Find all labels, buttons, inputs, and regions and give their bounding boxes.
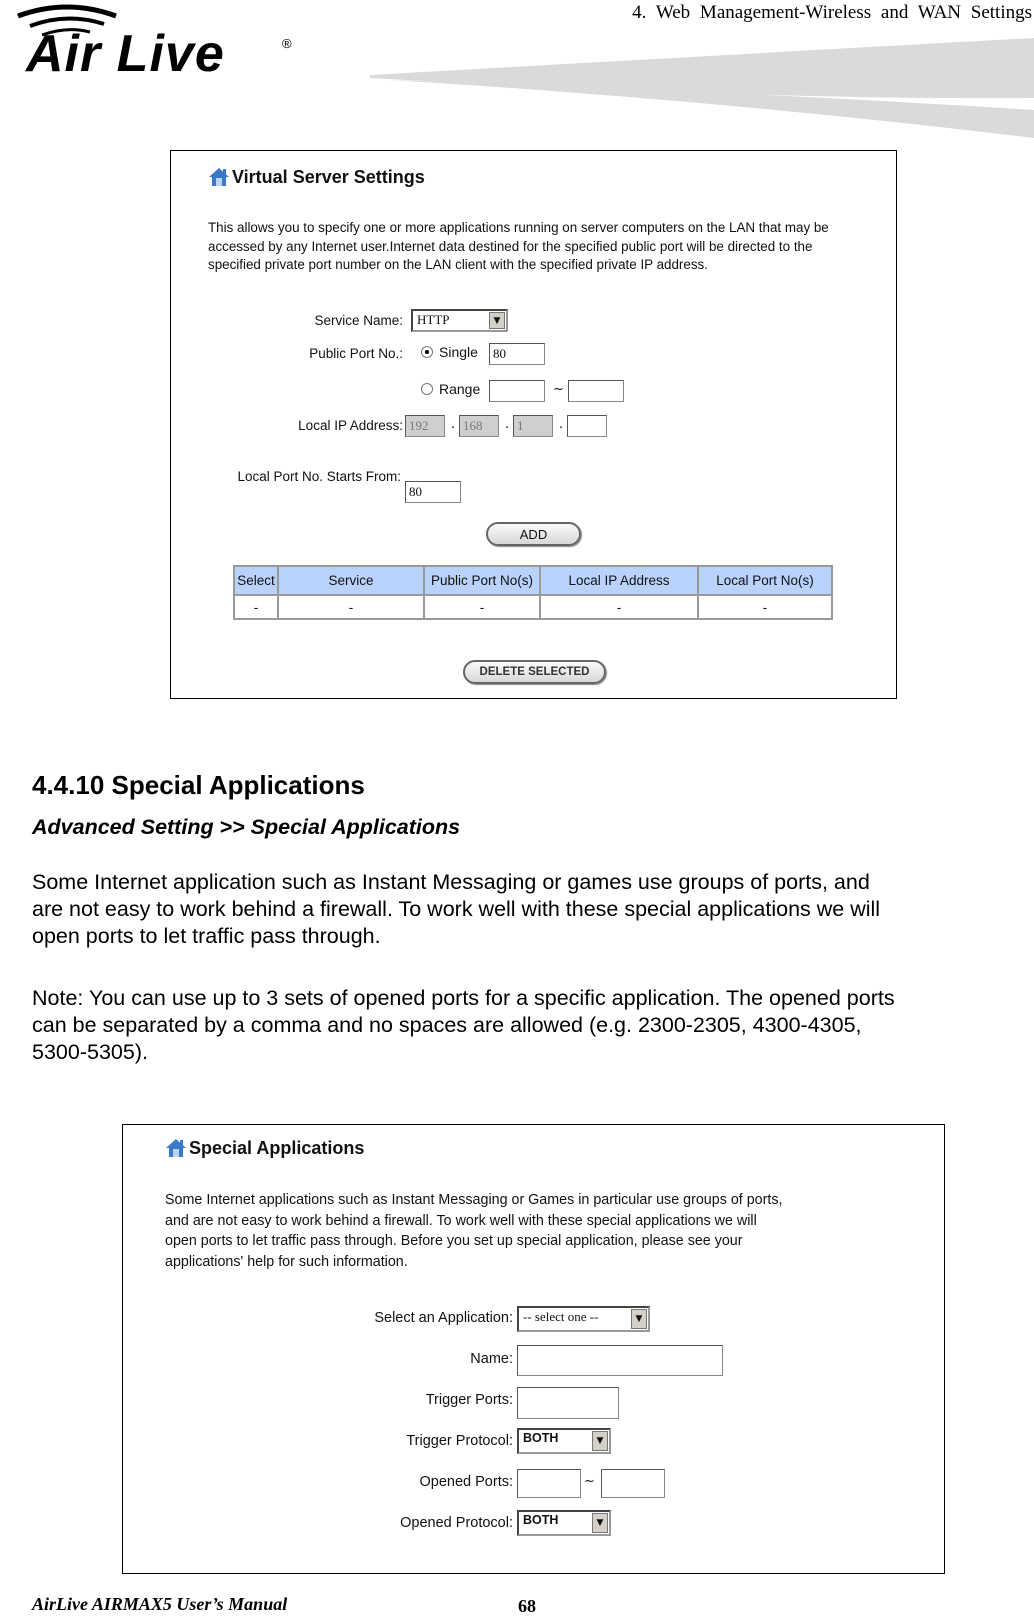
intro-paragraph: Some Internet application such as Instan… xyxy=(32,869,1034,950)
table-cell: - xyxy=(539,594,699,620)
section-heading: 4.4.10 Special Applications xyxy=(32,770,365,800)
service-name-select[interactable]: HTTP ▼ xyxy=(411,309,508,332)
table-cell: - xyxy=(277,594,425,620)
opened-protocol-label: Opened Protocol: xyxy=(400,1515,513,1531)
virtual-server-table: Select Service Public Port No(s) Local I… xyxy=(233,565,833,620)
table-cell: - xyxy=(423,594,541,620)
ip-separator: . xyxy=(559,417,564,432)
description-line: Some Internet applications such as Insta… xyxy=(165,1192,783,1208)
registered-mark: ® xyxy=(282,36,292,51)
dropdown-arrow-icon[interactable]: ▼ xyxy=(631,1309,647,1329)
special-applications-title: Special Applications xyxy=(165,1137,364,1159)
paragraph-line: Some Internet application such as Instan… xyxy=(32,870,870,894)
ip-octet-4-input[interactable] xyxy=(567,415,607,437)
public-port-label: Public Port No.: xyxy=(309,346,403,361)
breadcrumb: Advanced Setting >> Special Applications xyxy=(32,815,461,839)
select-application-value: -- select one -- xyxy=(523,1309,599,1324)
table-cell: - xyxy=(233,594,279,620)
trigger-protocol-value: BOTH xyxy=(523,1431,559,1445)
home-icon xyxy=(166,1139,186,1157)
special-applications-title-text: Special Applications xyxy=(189,1137,365,1158)
dropdown-arrow-icon[interactable]: ▼ xyxy=(592,1513,608,1533)
name-input[interactable] xyxy=(517,1345,723,1376)
opened-ports-from-input[interactable] xyxy=(517,1469,581,1498)
column-header-select: Select xyxy=(233,565,279,596)
ip-separator: . xyxy=(451,417,456,432)
paragraph-line: open ports to let traffic pass through. xyxy=(32,924,381,948)
range-radio[interactable] xyxy=(421,383,433,395)
footer-manual-title: AirLive AIRMAX5 User’s Manual xyxy=(32,1594,288,1614)
table-cell: - xyxy=(697,594,833,620)
airlive-logo: Air Live ® xyxy=(12,2,302,83)
local-port-input[interactable]: 80 xyxy=(405,481,461,503)
trigger-ports-label: Trigger Ports: xyxy=(425,1392,513,1408)
paragraph-line: Note: You can use up to 3 sets of opened… xyxy=(32,986,895,1010)
range-to-input[interactable] xyxy=(568,380,624,402)
header-swoosh-decoration xyxy=(370,38,1034,138)
paragraph-line: are not easy to work behind a firewall. … xyxy=(32,897,881,921)
ip-octet-2-input[interactable]: 168 xyxy=(459,415,499,437)
special-applications-description: Some Internet applications such as Insta… xyxy=(165,1190,935,1272)
column-header-local-port: Local Port No(s) xyxy=(697,565,833,596)
opened-protocol-value: BOTH xyxy=(523,1513,559,1527)
paragraph-line: 5300-5305). xyxy=(32,1040,148,1064)
special-applications-screenshot: Special Applications Some Internet appli… xyxy=(122,1124,945,1574)
ip-octet-1-input[interactable]: 192 xyxy=(405,415,445,437)
description-line: and are not easy to work behind a firewa… xyxy=(165,1212,757,1229)
opened-ports-label: Opened Ports: xyxy=(419,1474,514,1490)
trigger-ports-input[interactable] xyxy=(517,1387,619,1419)
single-port-input[interactable]: 80 xyxy=(489,343,545,365)
virtual-server-description: This allows you to specify one or more a… xyxy=(208,220,829,272)
virtual-server-title-text: Virtual Server Settings xyxy=(232,166,425,187)
opened-ports-to-input[interactable] xyxy=(601,1469,665,1498)
add-button[interactable]: ADD xyxy=(486,522,581,546)
virtual-server-screenshot: Virtual Server Settings This allows you … xyxy=(170,150,897,699)
paragraph-line: can be separated by a comma and no space… xyxy=(32,1013,862,1037)
virtual-server-title: Virtual Server Settings xyxy=(208,166,425,188)
description-line: applications' help for such information. xyxy=(165,1253,408,1270)
opened-protocol-select[interactable]: BOTH ▼ xyxy=(517,1510,611,1536)
chapter-title: 4. Web Management-Wireless and WAN Setti… xyxy=(632,2,1032,23)
column-header-local-ip: Local IP Address xyxy=(539,565,699,596)
trigger-protocol-label: Trigger Protocol: xyxy=(406,1433,513,1449)
service-name-value: HTTP xyxy=(417,312,450,327)
range-separator: ~ xyxy=(553,382,564,397)
dropdown-arrow-icon[interactable]: ▼ xyxy=(489,312,505,329)
select-application-dropdown[interactable]: -- select one -- ▼ xyxy=(517,1306,650,1332)
local-ip-label: Local IP Address: xyxy=(298,418,403,433)
range-from-input[interactable] xyxy=(489,380,545,402)
column-header-public-port: Public Port No(s) xyxy=(423,565,541,596)
opened-ports-separator: ~ xyxy=(584,1474,595,1489)
trigger-protocol-select[interactable]: BOTH ▼ xyxy=(517,1428,611,1454)
single-radio[interactable] xyxy=(421,346,433,358)
service-name-label: Service Name: xyxy=(314,313,403,328)
logo-text: Air Live xyxy=(26,25,225,83)
page-number: 68 xyxy=(518,1596,536,1616)
home-icon xyxy=(209,168,229,186)
delete-selected-button[interactable]: DELETE SELECTED xyxy=(463,660,606,684)
ip-octet-3-input[interactable]: 1 xyxy=(513,415,553,437)
description-line: open ports to let traffic pass through. … xyxy=(165,1233,743,1249)
local-port-label: Local Port No. Starts From: xyxy=(237,469,401,484)
column-header-service: Service xyxy=(277,565,425,596)
select-application-label: Select an Application: xyxy=(374,1310,513,1326)
dropdown-arrow-icon[interactable]: ▼ xyxy=(592,1431,608,1451)
note-paragraph: Note: You can use up to 3 sets of opened… xyxy=(32,985,1034,1066)
table-row: - - - - - xyxy=(233,594,833,620)
single-label: Single xyxy=(439,344,478,360)
name-label: Name: xyxy=(470,1351,513,1367)
range-label: Range xyxy=(439,381,481,397)
ip-separator: . xyxy=(505,417,510,432)
